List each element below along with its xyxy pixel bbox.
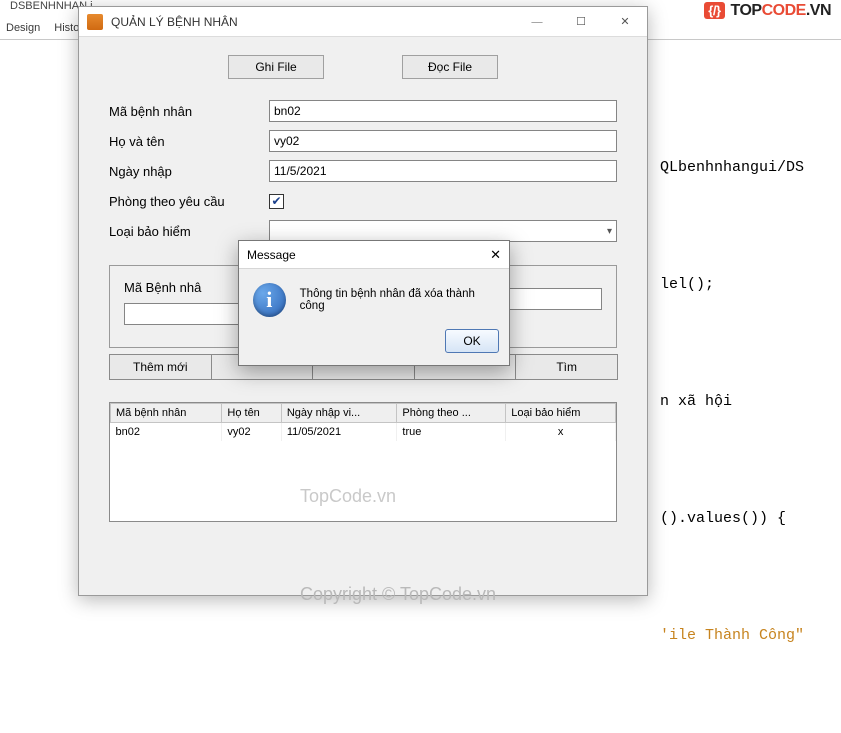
dialog-titlebar: Message ✕ (239, 241, 509, 269)
logo-bracket-icon: {/} (704, 2, 724, 19)
label-loai: Loại bảo hiểm (109, 224, 269, 239)
close-button[interactable]: ✕ (603, 7, 647, 37)
col-ma[interactable]: Mã bệnh nhân (111, 404, 222, 423)
them-moi-button[interactable]: Thêm mới (109, 354, 212, 380)
window-title: QUẢN LÝ BỆNH NHÂN (111, 15, 515, 29)
checkbox-phong[interactable]: ✔ (269, 194, 284, 209)
label-ngay: Ngày nhập (109, 164, 269, 179)
titlebar: QUẢN LÝ BỆNH NHÂN — ☐ ✕ (79, 7, 647, 37)
label-phong: Phòng theo yêu cầu (109, 194, 269, 209)
chevron-down-icon: ▾ (607, 226, 612, 237)
label-ma: Mã bệnh nhân (109, 104, 269, 119)
col-phong[interactable]: Phòng theo ... (397, 404, 506, 423)
input-ho[interactable] (269, 130, 617, 152)
maximize-button[interactable]: ☐ (559, 7, 603, 37)
input-ngay[interactable] (269, 160, 617, 182)
ghi-file-button[interactable]: Ghi File (228, 55, 324, 79)
table-row[interactable]: bn02 vy02 11/05/2021 true x (111, 423, 616, 442)
ide-code-snippet: QLbenhnhangui/DS lel(); n xã hội ().valu… (660, 70, 804, 733)
patients-table[interactable]: Mã bệnh nhân Họ tên Ngày nhập vi... Phòn… (109, 402, 617, 522)
col-ho[interactable]: Họ tên (222, 404, 281, 423)
topcode-logo: {/} TOPCODE.VN (704, 2, 831, 20)
java-icon (87, 14, 103, 30)
doc-file-button[interactable]: Đọc File (402, 55, 498, 79)
ide-menu-design[interactable]: Design (6, 22, 40, 34)
dialog-close-icon[interactable]: ✕ (490, 247, 501, 263)
info-icon: i (253, 283, 286, 317)
tim-button[interactable]: Tìm (515, 354, 618, 380)
dialog-title: Message (247, 248, 490, 262)
input-ma[interactable] (269, 100, 617, 122)
message-dialog: Message ✕ i Thông tin bệnh nhân đã xóa t… (238, 240, 510, 366)
ok-button[interactable]: OK (445, 329, 499, 353)
minimize-button[interactable]: — (515, 7, 559, 37)
col-ngay[interactable]: Ngày nhập vi... (281, 404, 397, 423)
label-ho: Họ và tên (109, 134, 269, 149)
dialog-message: Thông tin bệnh nhân đã xóa thành công (300, 288, 495, 312)
combo-loai[interactable]: ▾ (269, 220, 617, 242)
col-loai[interactable]: Loại bảo hiểm (506, 404, 616, 423)
